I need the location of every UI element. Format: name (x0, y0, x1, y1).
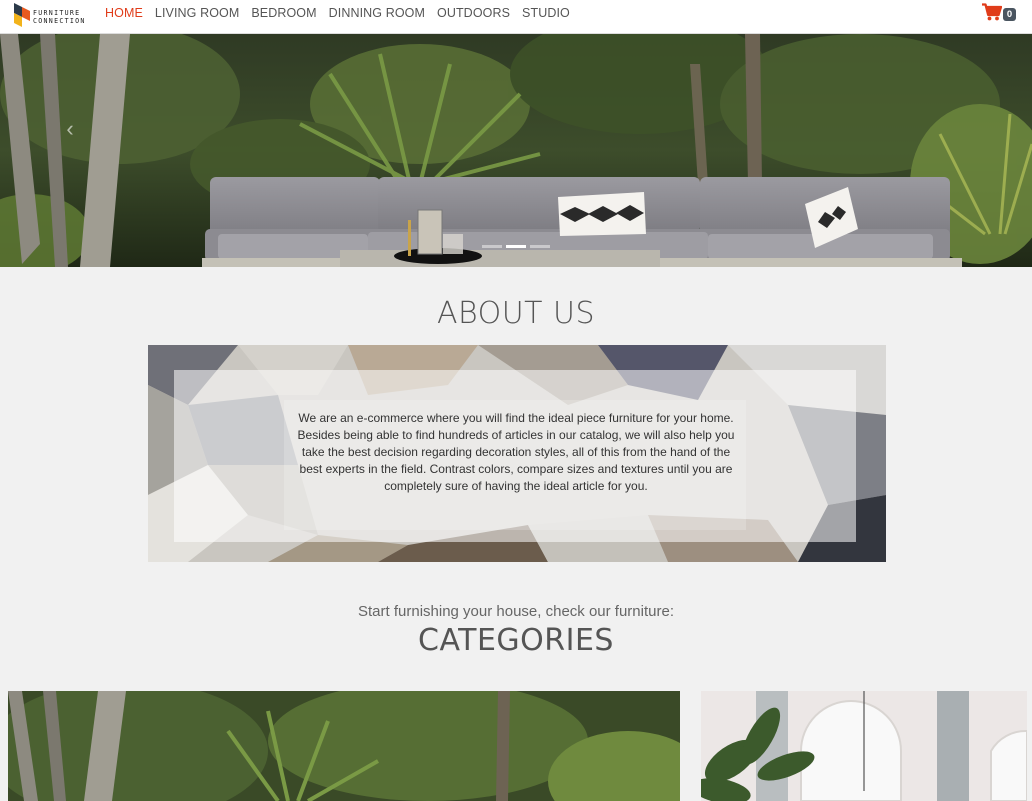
cart-count-badge: 0 (1003, 8, 1016, 21)
nav-item-studio[interactable]: STUDIO (522, 0, 570, 26)
carousel-prev-button[interactable]: ‹ (58, 114, 82, 144)
pillow-1 (558, 192, 646, 236)
about-title: ABOUT US (436, 296, 596, 331)
about-description: We are an e-commerce where you will find… (297, 411, 735, 493)
brand-name: FURNITURE CONNECTION (33, 9, 86, 25)
categories-subtitle: Start furnishing your house, check our f… (358, 603, 674, 620)
nav-item-bedroom[interactable]: BEDROOM (251, 0, 316, 26)
brand-name-line2: CONNECTION (33, 17, 86, 25)
main-nav: HOME LIVING ROOM BEDROOM DINNING ROOM OU… (105, 0, 582, 26)
navbar: FURNITURE CONNECTION HOME LIVING ROOM BE… (0, 0, 1032, 34)
nav-item-dinning-room[interactable]: DINNING ROOM (329, 0, 425, 26)
carousel-indicators (482, 245, 550, 248)
nav-item-home[interactable]: HOME (105, 0, 143, 26)
category-card-living-room[interactable] (701, 691, 1027, 801)
carousel-indicator[interactable] (482, 245, 502, 248)
logo-mark-icon (14, 3, 30, 27)
nav-item-outdoors[interactable]: OUTDOORS (437, 0, 510, 26)
shopping-cart-icon (982, 3, 1002, 21)
categories-title: CATEGORIES (418, 623, 614, 658)
category-image (701, 691, 1027, 801)
category-image (8, 691, 680, 801)
hero-carousel[interactable]: ‹ (0, 34, 1032, 267)
category-card-outdoors[interactable] (8, 691, 680, 801)
cart-button[interactable]: 0 (982, 3, 1022, 23)
brand-logo[interactable]: FURNITURE CONNECTION (12, 1, 94, 29)
carousel-indicator[interactable] (530, 245, 550, 248)
nav-item-living-room[interactable]: LIVING ROOM (155, 0, 239, 26)
hero-image (0, 34, 1032, 267)
carousel-indicator[interactable] (506, 245, 526, 248)
brand-name-line1: FURNITURE (33, 9, 81, 17)
